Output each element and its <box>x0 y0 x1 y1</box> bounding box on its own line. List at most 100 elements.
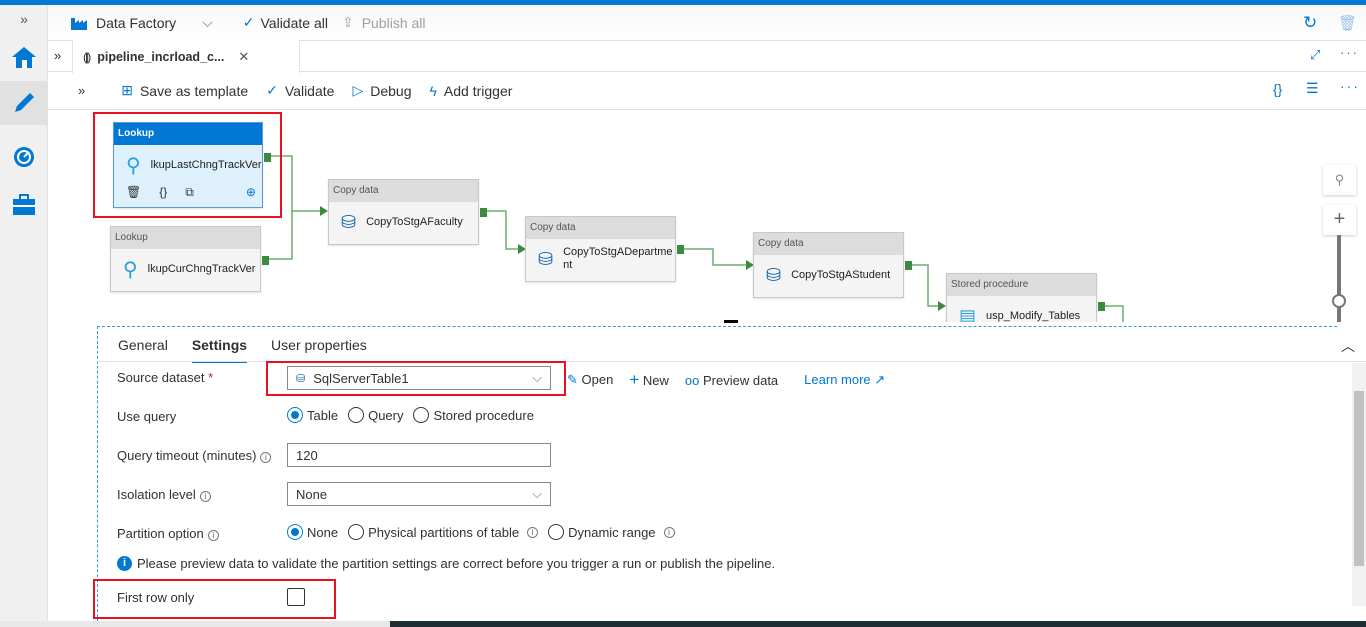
new-dataset-button[interactable]: + New <box>629 370 669 390</box>
activity-name: CopyToStgADepartme <box>563 246 673 258</box>
validate-label: Validate <box>284 82 335 99</box>
activity-name: CopyToStgAStudent <box>791 269 891 281</box>
home-icon[interactable] <box>0 35 48 79</box>
database-icon: ⛁ <box>341 211 357 232</box>
highlight-box-dataset <box>266 361 566 396</box>
zoom-slider-track[interactable] <box>1337 235 1341 322</box>
activity-copy-student[interactable]: Copy data ⛁ CopyToStgAStudent <box>753 232 912 298</box>
stored-procedure-icon: ▤ <box>959 305 977 323</box>
validate-all-icon: ✓ <box>242 14 255 30</box>
radio-dynamic-range[interactable]: Dynamic range i <box>548 524 675 540</box>
learn-more-link[interactable]: Learn more ↗ <box>804 372 885 388</box>
activity-copy-faculty[interactable]: Copy data ⛁ CopyToStgAFaculty <box>328 179 487 245</box>
isolation-level-dropdown[interactable]: None ⌵ <box>287 482 551 506</box>
info-filled-icon: i <box>117 556 132 571</box>
publish-all-button[interactable]: ⇪ Publish all <box>342 14 426 31</box>
highlight-box-lookup <box>93 112 282 218</box>
chevron-down-icon: ⌵ <box>532 486 542 501</box>
validate-all-label: Validate all <box>260 14 328 31</box>
validate-button[interactable]: ✓ Validate <box>266 82 334 99</box>
validate-all-button[interactable]: ✓ Validate all <box>243 14 328 31</box>
tab-user-properties[interactable]: User properties <box>271 337 367 363</box>
activity-type: Copy data <box>329 180 478 202</box>
expand-nav-icon[interactable]: » <box>0 5 48 33</box>
trigger-icon: ϟ <box>429 82 437 99</box>
monitor-gauge-icon[interactable] <box>0 135 48 179</box>
activity-name-wrap: nt <box>563 259 573 271</box>
more-options-icon[interactable]: ··· <box>1340 78 1360 94</box>
edge-copy1-copy2 <box>485 210 518 250</box>
activity-type: Lookup <box>111 227 260 249</box>
success-port[interactable] <box>262 256 269 265</box>
radio-physical-partitions[interactable]: Physical partitions of table i <box>348 524 539 540</box>
open-dataset-button[interactable]: ✎ Open <box>567 372 613 388</box>
zoom-slider-handle[interactable] <box>1332 294 1346 308</box>
publish-all-label: Publish all <box>361 14 426 31</box>
factory-selector[interactable]: Data Factory ⌵ <box>70 14 213 31</box>
success-port[interactable] <box>1098 302 1105 311</box>
panel-scrollbar[interactable] <box>1352 363 1366 606</box>
maximize-icon[interactable]: ⤢ <box>1310 47 1320 63</box>
close-tab-icon[interactable]: ✕ <box>238 49 249 65</box>
publish-icon: ⇪ <box>341 14 354 30</box>
glasses-icon: oo <box>684 372 700 388</box>
save-template-label: Save as template <box>139 82 249 99</box>
source-dataset-label: Source dataset * <box>117 370 214 385</box>
lookup-magnifier-icon: ⚲ <box>123 258 138 281</box>
manage-toolbox-icon[interactable] <box>0 183 48 227</box>
query-timeout-input[interactable]: 120 <box>287 443 551 467</box>
play-icon: ▷ <box>352 82 364 98</box>
factory-header: Data Factory ⌵ ✓ Validate all ⇪ Publish … <box>48 5 1366 40</box>
properties-icon[interactable]: ☰ <box>1306 80 1319 97</box>
edge-copy2-copy3 <box>683 248 746 266</box>
panel-resize-handle[interactable] <box>724 320 738 323</box>
radio-query[interactable]: Query <box>348 407 403 423</box>
zoom-in-icon[interactable]: + <box>1323 205 1356 235</box>
debug-button[interactable]: ▷ Debug <box>352 82 411 99</box>
success-port[interactable] <box>677 245 684 254</box>
author-pencil-icon[interactable] <box>0 81 48 125</box>
success-port[interactable] <box>480 208 487 217</box>
query-timeout-label: Query timeout (minutes) i <box>117 448 272 463</box>
refresh-icon[interactable]: ↻ <box>1303 13 1317 33</box>
add-trigger-button[interactable]: ϟ Add trigger <box>429 83 512 99</box>
discard-icon[interactable]: 🗑 <box>1338 14 1357 32</box>
activity-type: Copy data <box>754 233 903 255</box>
activity-stored-procedure[interactable]: Stored procedure ▤ usp_Modify_Tables <box>946 273 1105 323</box>
canvas-search-icon[interactable]: ⚲ <box>1323 165 1356 195</box>
open-label: Open <box>581 372 614 387</box>
radio-table[interactable]: Table <box>287 407 338 423</box>
new-label: New <box>642 373 669 388</box>
code-icon[interactable]: {} <box>1273 81 1282 97</box>
tab-general[interactable]: General <box>118 337 168 363</box>
highlight-box-first-row <box>93 579 336 619</box>
pipeline-icon: (||) <box>83 49 91 64</box>
info-icon: i <box>207 530 219 541</box>
tab-pipeline[interactable]: (||) pipeline_incrload_c... ✕ <box>72 40 300 73</box>
pencil-icon: ✎ <box>567 372 578 387</box>
partition-option-label: Partition option i <box>117 526 219 541</box>
activity-name: lkupCurChngTrackVer <box>147 263 256 275</box>
more-icon[interactable]: ··· <box>1340 45 1359 60</box>
tab-settings[interactable]: Settings <box>191 337 248 363</box>
activity-lookup-current[interactable]: Lookup ⚲ lkupCurChngTrackVer <box>110 226 269 292</box>
radio-stored-procedure[interactable]: Stored procedure <box>413 407 534 423</box>
expand-resources-icon[interactable]: » <box>54 48 61 63</box>
factory-name: Data Factory <box>96 14 177 31</box>
info-text: Please preview data to validate the part… <box>137 556 776 571</box>
activity-copy-department[interactable]: Copy data ⛁ CopyToStgADepartme nt <box>525 216 684 282</box>
bottom-taskbar-strip <box>0 621 1366 627</box>
save-as-template-button[interactable]: ⊞ Save as template <box>121 82 248 99</box>
expand-activities-icon[interactable]: » <box>78 83 85 98</box>
add-trigger-label: Add trigger <box>443 82 513 99</box>
activity-type: Stored procedure <box>947 274 1096 296</box>
radio-partition-none[interactable]: None <box>287 524 338 540</box>
collapse-panel-icon[interactable]: ︿ <box>1341 336 1355 356</box>
edge-lookup2-copy1 <box>268 211 293 260</box>
chevron-down-icon: ⌵ <box>202 14 213 30</box>
success-port[interactable] <box>905 261 912 270</box>
preview-data-button[interactable]: oo Preview data <box>685 373 778 388</box>
info-icon: i <box>199 491 211 502</box>
edge-sp-out <box>1103 305 1124 322</box>
debug-label: Debug <box>370 82 412 99</box>
